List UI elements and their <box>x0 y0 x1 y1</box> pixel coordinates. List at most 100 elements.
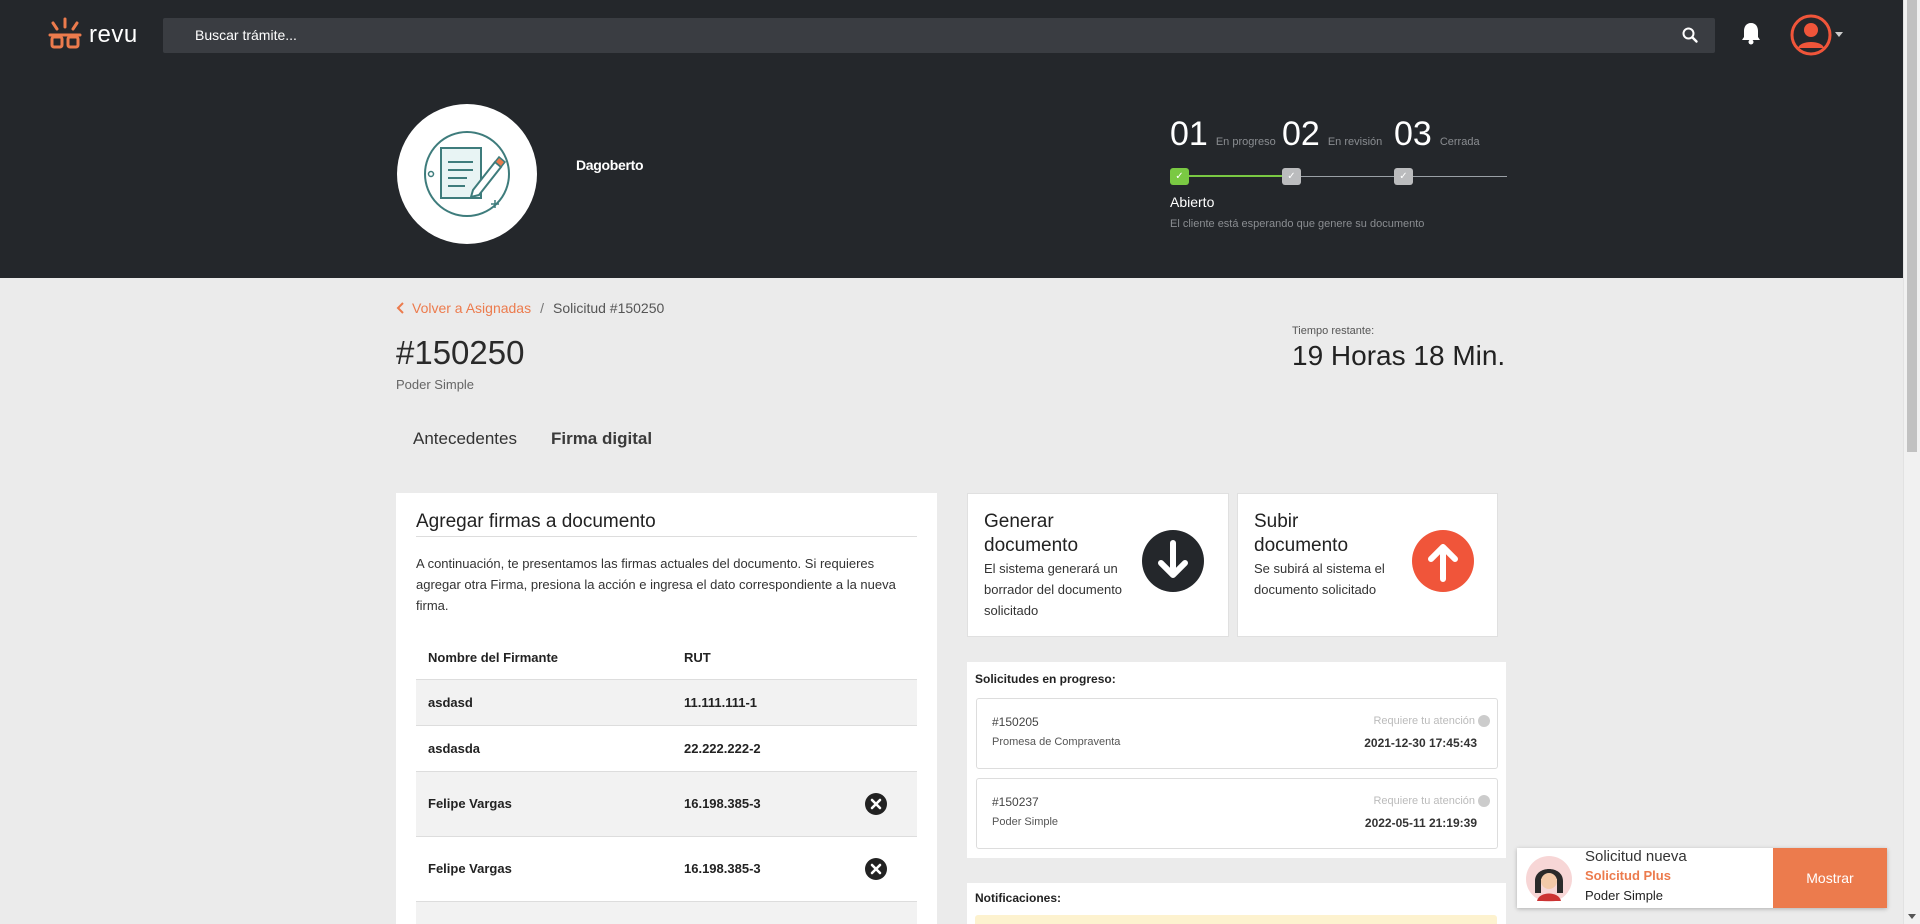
step-number: 03 <box>1394 115 1432 153</box>
current-state-description: El cliente está esperando que genere su … <box>1170 218 1425 230</box>
page-title: #150250 <box>396 334 525 371</box>
table-row: Felipe Vargas 16.198.385-3 <box>416 771 917 837</box>
step-label: En progreso <box>1215 136 1276 148</box>
request-id: #150237 <box>992 795 1039 809</box>
upload-document-button[interactable]: Subir documento Se subirá al sistema el … <box>1237 493 1498 637</box>
row-actions <box>852 725 917 772</box>
toast-title: Solicitud nueva <box>1585 848 1687 865</box>
upload-arrow-icon <box>1412 530 1474 592</box>
check-icon: ✓ <box>1170 168 1189 185</box>
tab-bar: Antecedentes Firma digital <box>396 425 669 456</box>
show-button[interactable]: Mostrar <box>1773 848 1887 908</box>
scrollbar-thumb[interactable] <box>1907 0 1917 452</box>
toast-type: Poder Simple <box>1585 888 1664 903</box>
generate-description: El sistema generará un borrador del docu… <box>984 561 1123 618</box>
step-3: 03 Cerrada <box>1394 115 1480 154</box>
breadcrumb-separator: / <box>540 300 544 316</box>
chevron-left-icon <box>396 302 404 314</box>
upload-description: Se subirá al sistema el documento solici… <box>1254 561 1385 597</box>
current-state: Abierto <box>1170 194 1215 210</box>
document-sign-icon <box>424 131 510 217</box>
back-link-label[interactable]: Volver a Asignadas <box>412 300 531 316</box>
signer-rut: 11.111.111-1 <box>672 679 852 726</box>
check-icon: ✓ <box>1282 168 1301 185</box>
breadcrumb-current: Solicitud #150250 <box>552 300 665 316</box>
step-label: Cerrada <box>1439 136 1480 148</box>
card-title: Agregar firmas a documento <box>416 511 656 532</box>
step-label: En revisión <box>1327 136 1383 148</box>
divider <box>416 536 917 537</box>
request-type: Poder Simple <box>992 816 1059 828</box>
notifications-section: Notificaciones: <box>967 883 1506 924</box>
upload-title: Subir documento <box>1254 511 1349 556</box>
column-header: Nombre del Firmante <box>416 636 672 680</box>
time-remaining-label: Tiempo restante: <box>1292 325 1375 337</box>
table-row <box>416 901 917 924</box>
column-header: RUT <box>672 636 852 680</box>
toast-plan: Solicitud Plus <box>1585 868 1671 883</box>
request-header: Dagoberto 01 En progreso 02 En revisión … <box>0 69 1903 278</box>
step-2: 02 En revisión <box>1282 115 1382 154</box>
row-actions <box>852 679 917 726</box>
bell-icon[interactable] <box>1740 21 1762 45</box>
check-icon: ✓ <box>1394 168 1413 185</box>
status-dot-icon <box>1478 715 1490 727</box>
scroll-down-arrow-icon[interactable] <box>1908 914 1916 919</box>
time-remaining-value: 19 Horas 18 Min. <box>1292 340 1506 371</box>
list-item[interactable]: #150205 Promesa de Compraventa Requiere … <box>976 698 1498 769</box>
breadcrumb: Volver a Asignadas / Solicitud #150250 <box>396 300 664 316</box>
notification-item[interactable] <box>975 915 1497 924</box>
step-1: 01 En progreso <box>1170 115 1276 154</box>
section-title: Solicitudes en progreso: <box>975 672 1116 686</box>
logo[interactable]: revu <box>48 17 138 53</box>
back-link[interactable]: Volver a Asignadas <box>396 300 531 316</box>
page-scrollbar[interactable] <box>1903 0 1920 924</box>
search-icon[interactable] <box>1681 26 1699 44</box>
signatures-table: Nombre del Firmante RUT asdasd 11.111.11… <box>416 636 917 924</box>
agent-avatar-icon <box>1526 856 1572 902</box>
row-actions <box>852 771 917 837</box>
remove-signer-icon[interactable] <box>864 857 888 881</box>
status-dot-icon <box>1478 795 1490 807</box>
tab-antecedentes[interactable]: Antecedentes <box>396 425 534 456</box>
row-actions <box>852 836 917 902</box>
signer-name: asdasda <box>416 725 672 772</box>
generate-title: Generar documento <box>984 511 1079 556</box>
table-row: asdasd 11.111.111-1 <box>416 679 917 726</box>
logo-icon <box>48 17 82 49</box>
table-row: Felipe Vargas 16.198.385-3 <box>416 836 917 902</box>
request-date: 2022-05-11 21:19:39 <box>1364 816 1477 830</box>
signer-name: Felipe Vargas <box>416 836 672 902</box>
attention-label: Requiere tu atención <box>1373 715 1475 727</box>
user-avatar-icon[interactable] <box>1790 14 1832 56</box>
step-number: 02 <box>1282 115 1320 153</box>
new-request-toast: Solicitud nueva Solicitud Plus Poder Sim… <box>1517 848 1887 908</box>
signer-name: Felipe Vargas <box>416 771 672 837</box>
top-navbar: revu Buscar trámite... <box>0 0 1903 69</box>
search-bar[interactable]: Buscar trámite... <box>163 18 1715 53</box>
column-header-actions <box>852 636 917 680</box>
attention-label: Requiere tu atención <box>1373 795 1475 807</box>
search-input[interactable]: Buscar trámite... <box>195 27 297 43</box>
card-description: A continuación, te presentamos las firma… <box>416 556 896 613</box>
request-type: Poder Simple <box>396 377 475 392</box>
client-name: Dagoberto <box>576 157 644 173</box>
request-id: #150205 <box>992 715 1039 729</box>
signatures-card: Agregar firmas a documento A continuació… <box>396 493 937 924</box>
step-number: 01 <box>1170 115 1208 153</box>
request-date: 2021-12-30 17:45:43 <box>1364 736 1477 750</box>
request-type: Promesa de Compraventa <box>992 736 1121 748</box>
signer-name: asdasd <box>416 679 672 726</box>
tab-firma-digital[interactable]: Firma digital <box>534 425 669 456</box>
download-arrow-icon <box>1142 530 1204 592</box>
signer-rut: 22.222.222-2 <box>672 725 852 772</box>
generate-document-button[interactable]: Generar documento El sistema generará un… <box>967 493 1229 637</box>
document-avatar <box>397 104 537 244</box>
list-item[interactable]: #150237 Poder Simple Requiere tu atenció… <box>976 778 1498 849</box>
table-row: asdasda 22.222.222-2 <box>416 725 917 772</box>
in-progress-requests: Solicitudes en progreso: #150205 Promesa… <box>967 662 1506 858</box>
chevron-down-icon[interactable] <box>1835 32 1843 37</box>
signer-rut: 16.198.385-3 <box>672 771 852 837</box>
remove-signer-icon[interactable] <box>864 792 888 816</box>
signer-rut: 16.198.385-3 <box>672 836 852 902</box>
